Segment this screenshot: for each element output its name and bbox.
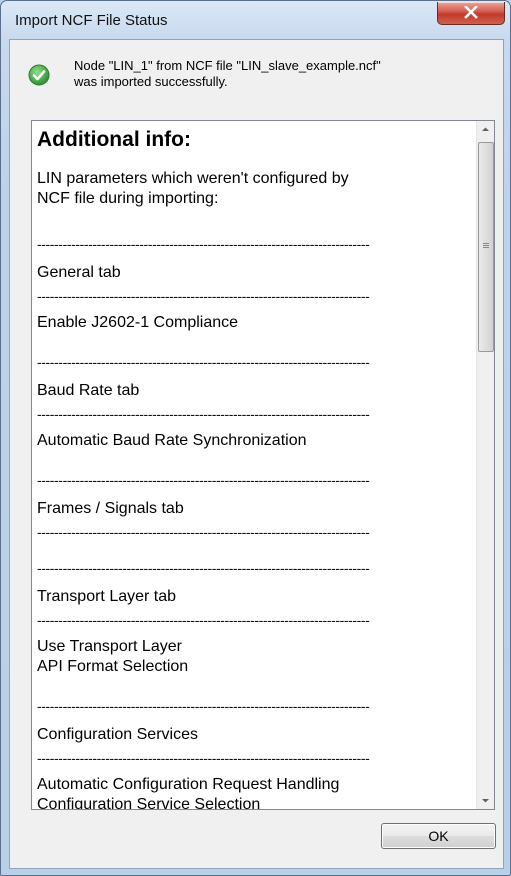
title-bar[interactable]: Import NCF File Status	[1, 1, 510, 39]
status-line-2: was imported successfully.	[74, 74, 228, 89]
baud-item-sync: Automatic Baud Rate Synchronization	[37, 432, 307, 449]
transport-item-use-tl: Use Transport Layer	[37, 638, 182, 655]
dialog-window: Import NCF File Status Node "LIN_1" from…	[0, 0, 511, 876]
transport-item-api-format: API Format Selection	[37, 658, 189, 675]
separator-line: ----------------------------------------…	[37, 561, 370, 575]
status-message: Node "LIN_1" from NCF file "LIN_slave_ex…	[74, 58, 494, 90]
scroll-down-arrow[interactable]	[477, 792, 494, 809]
info-intro: LIN parameters which weren't configured …	[37, 169, 459, 209]
grip-line	[483, 243, 489, 244]
configuration-services-heading: Configuration Services	[37, 726, 198, 743]
info-heading: Additional info:	[37, 128, 191, 151]
separator-line: ----------------------------------------…	[37, 289, 370, 303]
grip-line	[483, 247, 489, 248]
info-intro-line-1: LIN parameters which weren't configured …	[37, 170, 349, 187]
frames-signals-tab-heading: Frames / Signals tab	[37, 500, 184, 517]
baud-rate-tab-heading: Baud Rate tab	[37, 382, 140, 399]
grip-line	[483, 245, 489, 246]
arrow-down-icon	[482, 799, 489, 803]
separator-line: ----------------------------------------…	[37, 751, 370, 765]
scroll-thumb[interactable]	[478, 142, 494, 352]
dialog-client: Node "LIN_1" from NCF file "LIN_slave_ex…	[9, 39, 504, 869]
general-tab-heading: General tab	[37, 264, 121, 281]
checkmark-success-icon	[28, 64, 50, 86]
additional-info-textbox[interactable]: Additional info: LIN parameters which we…	[31, 120, 495, 810]
transport-layer-tab-heading: Transport Layer tab	[37, 588, 177, 605]
separator-line: ----------------------------------------…	[37, 355, 370, 369]
vertical-scrollbar[interactable]	[476, 121, 494, 809]
separator-line: ----------------------------------------…	[37, 613, 370, 627]
status-line-1: Node "LIN_1" from NCF file "LIN_slave_ex…	[74, 58, 381, 73]
general-item-j2602: Enable J2602-1 Compliance	[37, 314, 239, 331]
separator-line: ----------------------------------------…	[37, 237, 370, 251]
info-content: Additional info: LIN parameters which we…	[37, 125, 459, 810]
window-title: Import NCF File Status	[15, 12, 168, 29]
scroll-up-arrow[interactable]	[477, 121, 494, 138]
arrow-up-icon	[482, 127, 489, 131]
separator-line: ----------------------------------------…	[37, 407, 370, 421]
separator-line: ----------------------------------------…	[37, 699, 370, 713]
config-item-service-selection: Configuration Service Selection	[37, 796, 261, 810]
ok-button[interactable]: OK	[381, 823, 496, 849]
config-item-auto-request: Automatic Configuration Request Handling	[37, 776, 340, 793]
separator-line: ----------------------------------------…	[37, 473, 370, 487]
info-intro-line-2: NCF file during importing:	[37, 190, 219, 207]
close-icon	[464, 6, 478, 19]
separator-line: ----------------------------------------…	[37, 525, 370, 539]
close-button[interactable]	[437, 2, 505, 25]
